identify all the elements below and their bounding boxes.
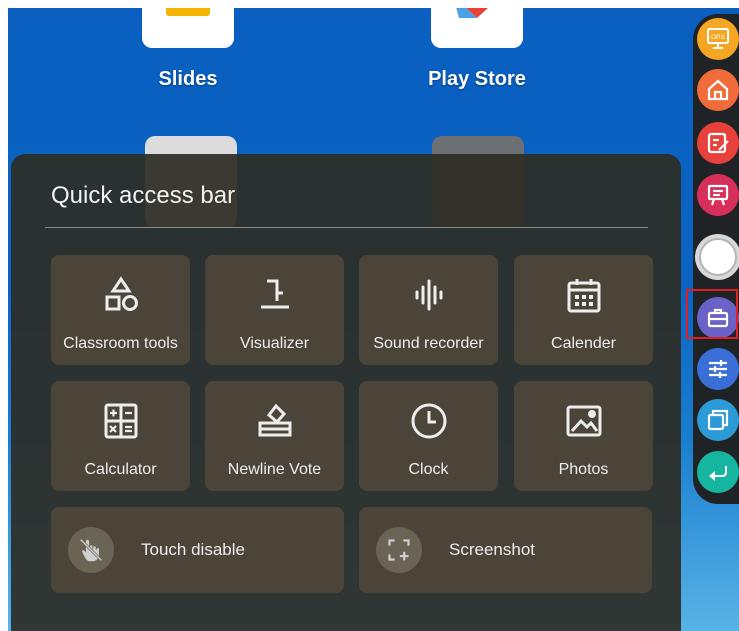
calculator-icon — [51, 401, 190, 441]
sidebar-whiteboard-button[interactable] — [697, 174, 739, 216]
clock-icon — [359, 401, 498, 441]
touch-disable-button[interactable]: Touch disable — [51, 507, 344, 593]
waveform-icon — [359, 275, 498, 315]
tool-label: Calender — [551, 335, 616, 352]
tool-label: Visualizer — [239, 335, 310, 352]
panel-title: Quick access bar — [51, 182, 236, 209]
wide-label: Screenshot — [449, 540, 535, 559]
document-camera-icon — [205, 275, 344, 315]
app-play-store[interactable]: Play Store — [377, 8, 577, 91]
sliders-icon — [709, 360, 727, 378]
app-label: Play Store — [428, 68, 526, 90]
quick-access-panel: Quick access bar Classroom tools Visuali… — [11, 154, 681, 631]
tool-calculator[interactable]: Calculator — [51, 381, 190, 491]
divider — [45, 227, 648, 228]
tool-label: Newline Vote — [227, 461, 322, 478]
tool-visualizer[interactable]: Visualizer — [205, 255, 344, 365]
tool-classroom-tools[interactable]: Classroom tools — [51, 255, 190, 365]
tool-label: Clock — [408, 461, 449, 478]
ballot-box-icon — [205, 401, 344, 441]
windows-icon — [707, 409, 729, 431]
ops-icon: OPS — [707, 28, 729, 49]
sidebar-settings-button[interactable] — [697, 348, 739, 390]
floating-sidebar: OPS — [693, 14, 739, 504]
slides-icon — [142, 8, 234, 48]
screenshot-button[interactable]: Screenshot — [359, 507, 652, 593]
center-circle-icon — [699, 238, 737, 276]
shapes-icon — [51, 275, 190, 315]
sidebar-back-button[interactable] — [697, 451, 739, 493]
calendar-icon — [514, 275, 653, 315]
home-icon — [707, 79, 729, 101]
wide-label: Touch disable — [141, 540, 245, 559]
tool-label: Photos — [558, 461, 609, 478]
app-slides[interactable]: Slides — [88, 8, 288, 91]
tool-label: Sound recorder — [373, 335, 484, 352]
ops-label: OPS — [711, 34, 725, 41]
tool-newline-vote[interactable]: Newline Vote — [205, 381, 344, 491]
sidebar-windows-button[interactable] — [697, 399, 739, 441]
sidebar-annotate-button[interactable] — [697, 122, 739, 164]
tool-photos[interactable]: Photos — [514, 381, 653, 491]
play-store-icon — [431, 8, 523, 48]
sidebar-center-button[interactable] — [695, 234, 739, 280]
tool-label: Calculator — [84, 461, 157, 478]
image-icon — [514, 401, 653, 441]
screenshot-icon — [376, 527, 422, 573]
app-label: Slides — [158, 68, 218, 90]
tool-label: Classroom tools — [63, 335, 178, 352]
touch-disable-icon — [68, 527, 114, 573]
selection-highlight — [686, 289, 738, 339]
sidebar-ops-button[interactable]: OPS — [697, 18, 739, 60]
tool-clock[interactable]: Clock — [359, 381, 498, 491]
tool-calender[interactable]: Calender — [514, 255, 653, 365]
annotate-icon — [707, 132, 729, 154]
tool-sound-recorder[interactable]: Sound recorder — [359, 255, 498, 365]
sidebar-home-button[interactable] — [697, 69, 739, 111]
whiteboard-icon — [707, 184, 729, 206]
back-arrow-icon — [709, 466, 727, 481]
